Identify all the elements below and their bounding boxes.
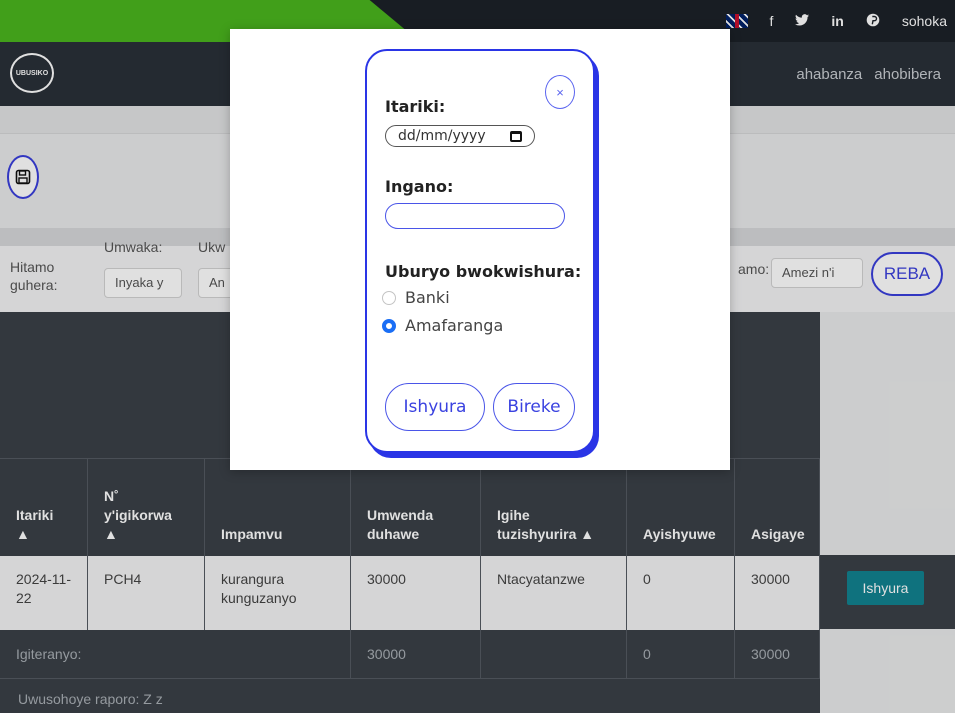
date-label: Itariki: — [385, 97, 446, 116]
date-input[interactable]: dd/mm/yyyy — [385, 125, 535, 147]
calendar-icon[interactable] — [510, 130, 522, 142]
radio-bank[interactable] — [382, 290, 396, 305]
amount-label: Ingano: — [385, 177, 454, 196]
method-option-cash[interactable]: Amafaranga — [382, 316, 503, 335]
pay-button[interactable]: Ishyura — [385, 383, 485, 431]
amount-input[interactable] — [385, 203, 565, 229]
method-cash-label: Amafaranga — [405, 316, 504, 335]
method-label: Uburyo bwokwishura: — [385, 262, 582, 281]
page: f in sohoka UBUSIKO ahabanza ahobibera H… — [0, 0, 955, 713]
method-option-bank[interactable]: Banki — [382, 288, 450, 307]
close-button[interactable]: × — [545, 75, 575, 109]
radio-cash[interactable] — [382, 318, 396, 333]
date-placeholder: dd/mm/yyyy — [398, 128, 486, 144]
cancel-button[interactable]: Bireke — [493, 383, 575, 431]
method-bank-label: Banki — [405, 288, 450, 307]
